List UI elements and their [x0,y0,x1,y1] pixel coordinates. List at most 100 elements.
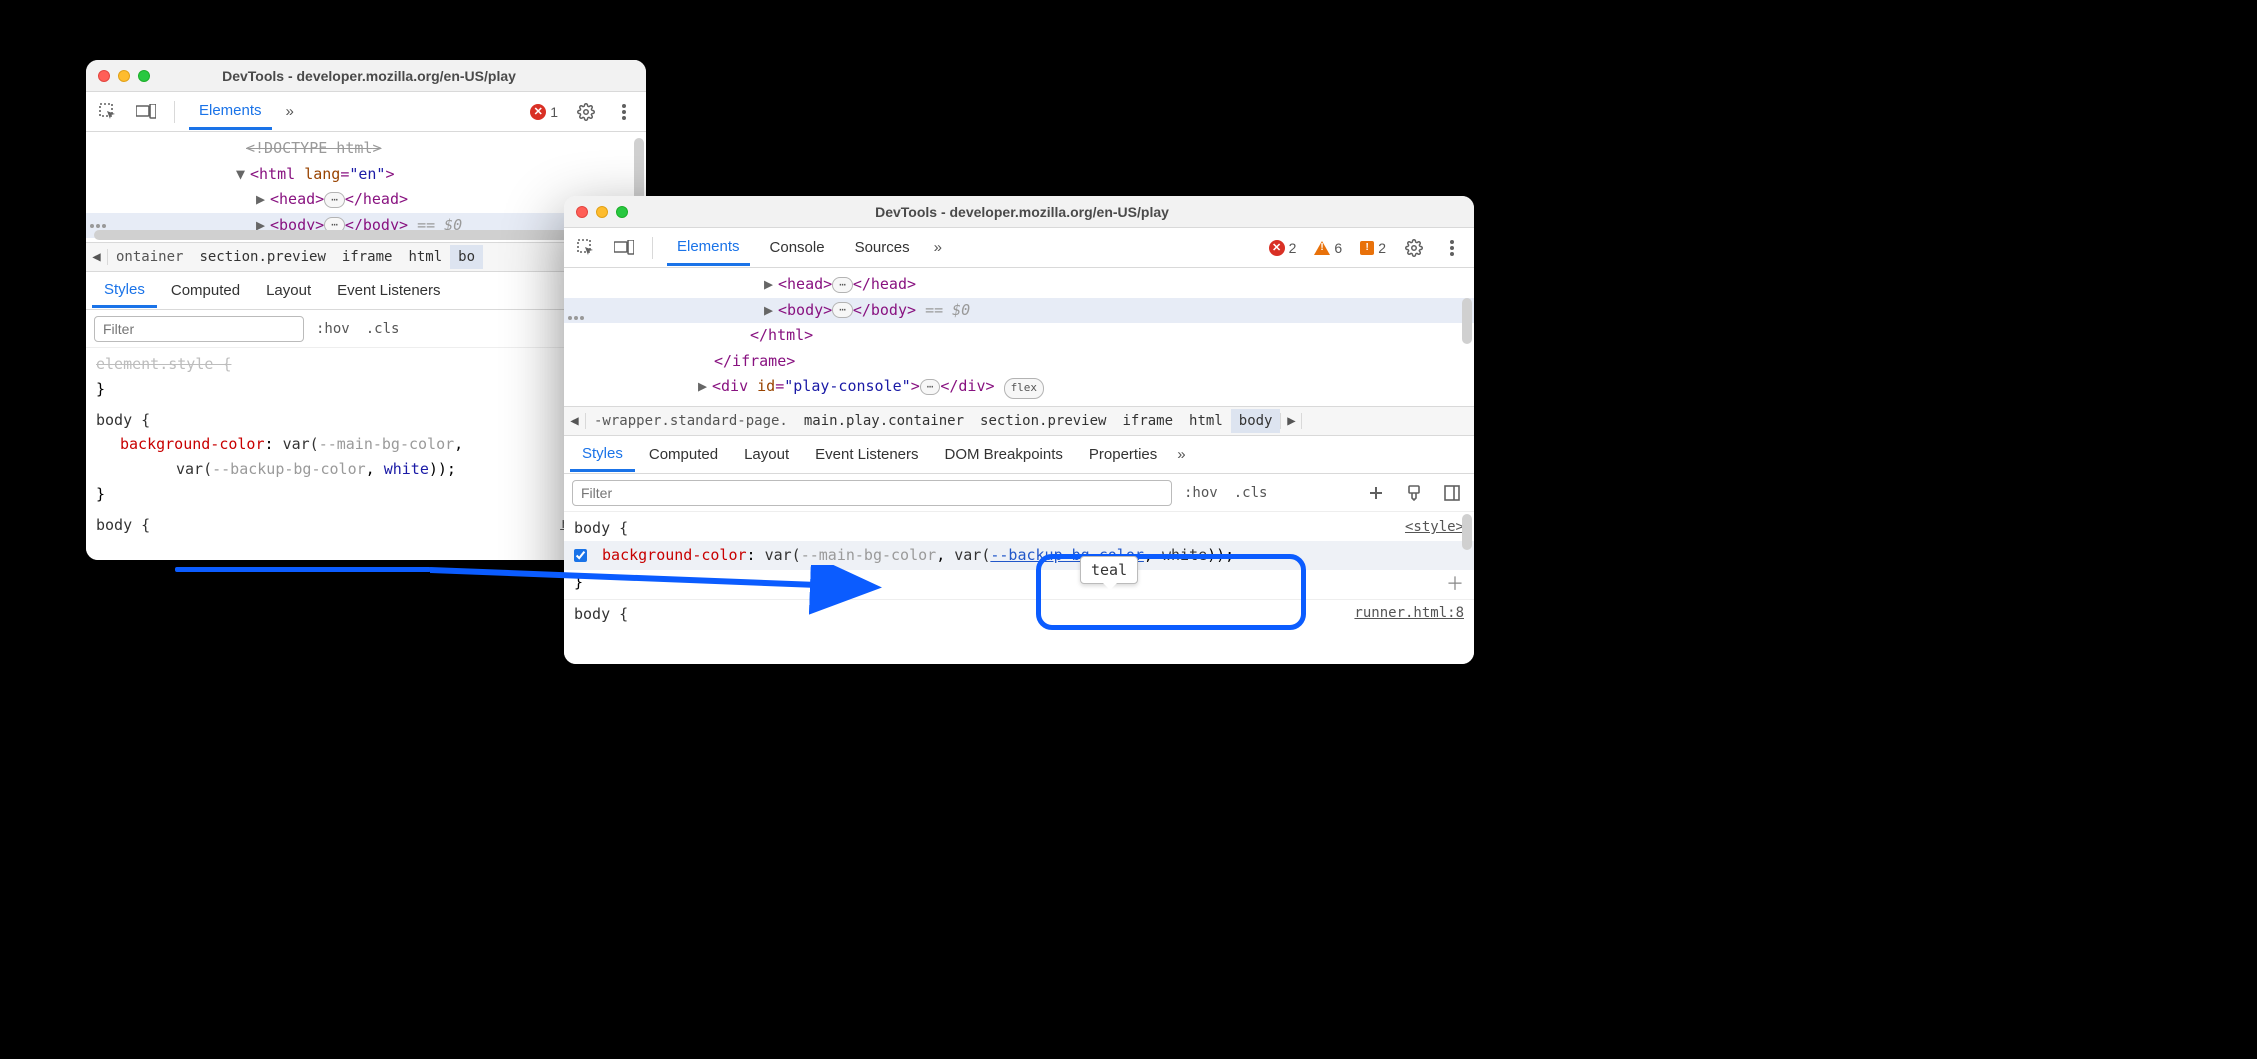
inspect-element-icon[interactable] [94,98,122,126]
subtabs-overflow[interactable]: » [1177,446,1185,463]
dom-html-close[interactable]: </html> [564,323,1474,349]
rule-selector[interactable]: body { [574,516,1464,541]
crumb-iframe[interactable]: iframe [1114,409,1181,433]
styles-pane[interactable]: <style> body { background-color: var(--m… [564,512,1474,664]
subtab-event-listeners[interactable]: Event Listeners [803,439,930,470]
property-toggle-checkbox[interactable] [574,549,587,562]
device-toolbar-icon[interactable] [610,234,638,262]
source-link[interactable]: runner.html:8 [1354,602,1464,625]
subtab-styles[interactable]: Styles [570,438,635,472]
subtab-properties[interactable]: Properties [1077,439,1169,470]
info-count: 2 [1378,240,1386,256]
titlebar[interactable]: DevTools - developer.mozilla.org/en-US/p… [564,196,1474,228]
crumb-html[interactable]: html [400,245,450,269]
dom-iframe-close[interactable]: </iframe> [564,349,1474,375]
rule-selector[interactable]: body { [96,513,636,538]
breadcrumb-bar[interactable]: ◀ ontainer section.preview iframe html b… [86,242,646,272]
crumb-section[interactable]: section.preview [972,409,1114,433]
hov-toggle[interactable]: :hov [1180,483,1222,503]
dom-h-scrollbar[interactable] [94,230,618,240]
subtab-styles[interactable]: Styles [92,274,157,308]
css-var-tooltip: teal [1080,556,1138,584]
styles-subtabs: Styles Computed Layout Event Listeners [86,272,646,310]
warning-badge[interactable]: 6 [1314,240,1342,256]
crumb-wrapper[interactable]: -wrapper.standard-page. [586,409,796,433]
subtab-event-listeners[interactable]: Event Listeners [325,275,452,306]
gear-icon[interactable] [572,98,600,126]
tabs-overflow[interactable]: » [930,239,946,256]
crumb-main[interactable]: main.play.container [796,409,972,433]
cls-toggle[interactable]: .cls [1230,483,1272,503]
ellipsis-icon[interactable]: ⋯ [324,192,345,208]
breadcrumb-bar[interactable]: ◀ -wrapper.standard-page. main.play.cont… [564,406,1474,436]
zoom-window-button[interactable] [138,70,150,82]
crumb-iframe[interactable]: iframe [334,245,401,269]
crumb-nav-left-icon[interactable]: ◀ [86,249,108,265]
source-link[interactable]: <style> [1405,516,1464,539]
computed-sidebar-icon[interactable] [1438,479,1466,507]
subtab-computed[interactable]: Computed [159,275,252,306]
crumb-nav-right-icon[interactable]: ▶ [1280,413,1302,429]
close-window-button[interactable] [576,206,588,218]
ellipsis-icon[interactable]: ⋯ [832,302,853,318]
crumb-section[interactable]: section.preview [191,245,333,269]
flex-badge[interactable]: flex [1004,378,1045,399]
rule-selector[interactable]: body { [96,408,636,433]
styles-v-scrollbar[interactable] [1462,514,1472,550]
minimize-window-button[interactable] [118,70,130,82]
info-badge[interactable]: !2 [1360,240,1386,256]
hov-toggle[interactable]: :hov [312,319,354,339]
tab-console[interactable]: Console [760,231,835,264]
error-badge[interactable]: ✕2 [1269,240,1297,256]
add-property-icon[interactable]: ＋ [1446,570,1464,600]
tabs-overflow[interactable]: » [282,103,298,120]
subtab-dom-breakpoints[interactable]: DOM Breakpoints [933,439,1075,470]
device-toolbar-icon[interactable] [132,98,160,126]
dom-html-open[interactable]: ▼<html lang="en"> [86,162,646,188]
inspect-element-icon[interactable] [572,234,600,262]
subtab-computed[interactable]: Computed [637,439,730,470]
error-badge[interactable]: ✕ 1 [530,104,558,120]
paintbrush-icon[interactable] [1400,479,1428,507]
subtab-layout[interactable]: Layout [254,275,323,306]
error-icon: ✕ [1269,240,1285,256]
rule-selector[interactable]: body { [574,602,1464,627]
dom-tree[interactable]: ▶<head>⋯</head> ▶<body>⋯</body> == $0 </… [564,268,1474,406]
dom-div-play-console[interactable]: ▶<div id="play-console">⋯</div> flex [564,374,1474,400]
cls-toggle[interactable]: .cls [362,319,404,339]
property-name[interactable]: background-color [602,546,747,564]
kebab-menu-icon[interactable] [610,98,638,126]
styles-filter-input[interactable] [94,316,304,342]
gear-icon[interactable] [1400,234,1428,262]
annotation-underline [175,567,431,572]
ellipsis-icon[interactable]: ⋯ [832,277,853,293]
crumb-body[interactable]: bo [450,245,483,269]
new-rule-icon[interactable] [1362,479,1390,507]
crumb-body[interactable]: body [1231,409,1281,433]
close-window-button[interactable] [98,70,110,82]
dom-head[interactable]: ▶<head>⋯</head> [564,272,1474,298]
zoom-window-button[interactable] [616,206,628,218]
subtab-layout[interactable]: Layout [732,439,801,470]
dom-body-selected[interactable]: ▶<body>⋯</body> == $0 [564,298,1474,324]
dom-v-scrollbar[interactable] [1462,298,1472,344]
minimize-window-button[interactable] [596,206,608,218]
ellipsis-icon[interactable]: ⋯ [920,379,941,395]
styles-pane[interactable]: element.style { } <st body { background-… [86,348,646,560]
dom-tree[interactable]: <!DOCTYPE html> ▼<html lang="en"> ▶<head… [86,132,646,242]
kebab-menu-icon[interactable] [1438,234,1466,262]
crumb-partial[interactable]: ontainer [108,245,191,269]
tab-sources[interactable]: Sources [845,231,920,264]
traffic-lights[interactable] [98,70,150,82]
styles-filter-input[interactable] [572,480,1172,506]
property-line-2[interactable]: var(--backup-bg-color, white)); [96,457,636,482]
crumb-nav-left-icon[interactable]: ◀ [564,413,586,429]
var-inactive[interactable]: --main-bg-color [801,546,936,564]
dom-head[interactable]: ▶<head>⋯</head> [86,187,646,213]
titlebar[interactable]: DevTools - developer.mozilla.org/en-US/p… [86,60,646,92]
crumb-html[interactable]: html [1181,409,1231,433]
property-line[interactable]: background-color: var(--main-bg-color, [96,432,636,457]
tab-elements[interactable]: Elements [189,94,272,130]
traffic-lights[interactable] [576,206,628,218]
tab-elements[interactable]: Elements [667,230,750,266]
